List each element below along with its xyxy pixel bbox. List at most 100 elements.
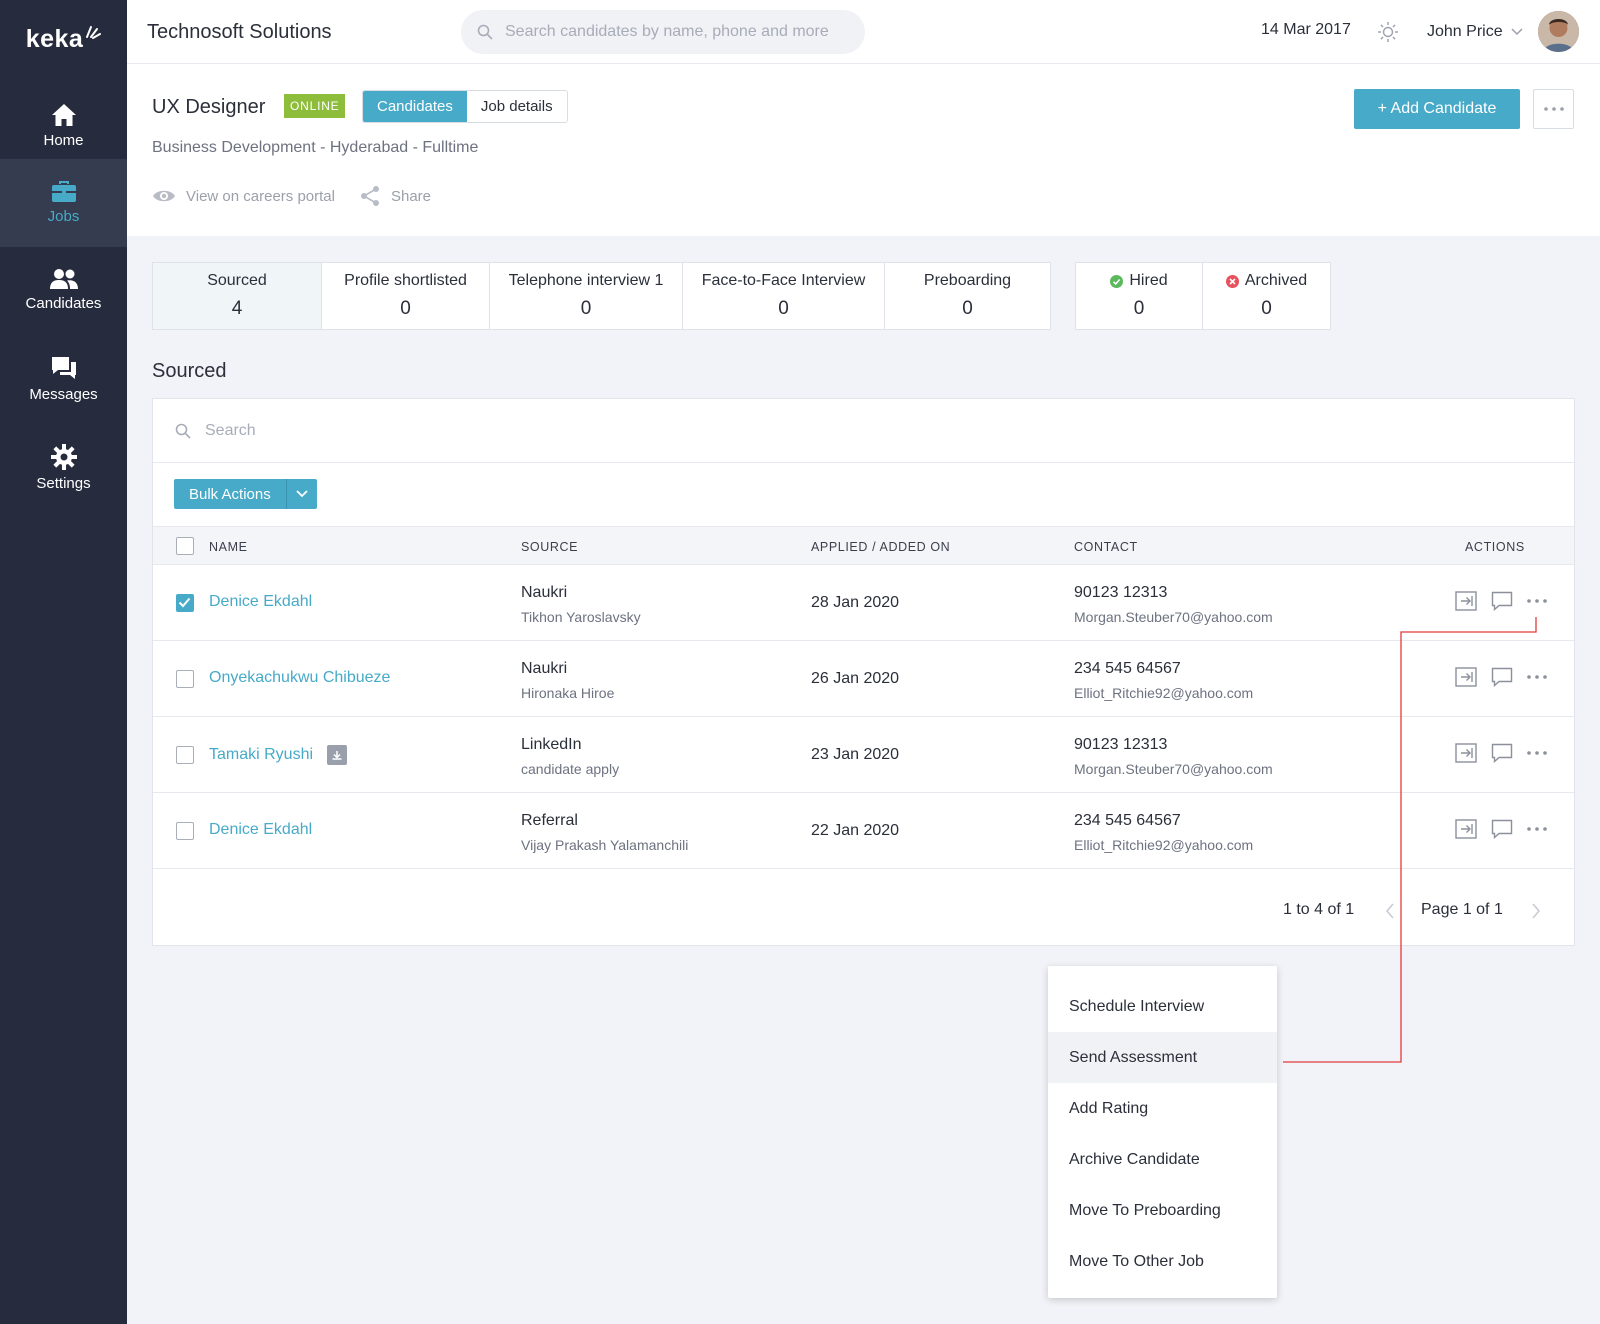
column-header-source: SOURCE xyxy=(521,540,579,554)
stage-label: Sourced xyxy=(207,272,267,289)
chevron-down-icon[interactable] xyxy=(1511,28,1523,36)
gear-icon xyxy=(50,444,77,470)
candidate-name-link[interactable]: Tamaki Ryushi xyxy=(209,745,348,765)
row-checkbox[interactable] xyxy=(176,594,194,612)
row-checkbox[interactable] xyxy=(176,822,194,840)
tab-candidates[interactable]: Candidates xyxy=(363,91,467,122)
view-careers-portal-label: View on careers portal xyxy=(186,187,335,205)
job-meta: Business Development - Hyderabad - Fullt… xyxy=(152,139,479,156)
menu-item-send-assessment[interactable]: Send Assessment xyxy=(1048,1032,1277,1083)
home-icon xyxy=(51,104,76,126)
sidebar-item-home[interactable]: Home xyxy=(0,82,127,170)
source: LinkedIn xyxy=(521,736,582,753)
menu-item-add-rating[interactable]: Add Rating xyxy=(1048,1083,1277,1134)
stage-face-to-face-interview[interactable]: Face-to-Face Interview 0 xyxy=(683,263,885,329)
job-header: UX Designer ONLINE Candidates Job detail… xyxy=(127,64,1600,236)
more-options-button[interactable] xyxy=(1533,89,1574,129)
stage-archived[interactable]: Archived 0 xyxy=(1203,263,1330,329)
chevron-left-icon[interactable] xyxy=(1385,903,1395,919)
candidate-name: Onyekachukwu Chibueze xyxy=(209,669,391,686)
move-icon[interactable] xyxy=(1455,591,1477,611)
stage-label: Profile shortlisted xyxy=(344,272,467,289)
menu-item-archive-candidate[interactable]: Archive Candidate xyxy=(1048,1134,1277,1185)
sidebar-item-messages[interactable]: Messages xyxy=(0,335,127,423)
stage-label: Archived xyxy=(1225,272,1307,290)
x-circle-icon xyxy=(1225,274,1239,288)
sidebar-item-jobs[interactable]: Jobs xyxy=(0,159,127,247)
table-row[interactable]: Tamaki Ryushi LinkedIn candidate apply 2… xyxy=(153,717,1574,793)
chevron-down-icon xyxy=(296,490,308,498)
comment-icon[interactable] xyxy=(1491,667,1513,687)
stage-preboarding[interactable]: Preboarding 0 xyxy=(885,263,1050,329)
move-icon[interactable] xyxy=(1455,743,1477,763)
candidate-name-link[interactable]: Denice Ekdahl xyxy=(209,821,312,839)
row-actions xyxy=(1455,743,1561,763)
table-row[interactable]: Denice Ekdahl Naukri Tikhon Yaroslavsky … xyxy=(153,565,1574,641)
phone: 234 545 64567 xyxy=(1074,660,1181,677)
stage-label-text: Hired xyxy=(1129,272,1168,289)
more-horizontal-icon[interactable] xyxy=(1527,599,1547,603)
table-row[interactable]: Denice Ekdahl Referral Vijay Prakash Yal… xyxy=(153,793,1574,869)
chevron-right-icon[interactable] xyxy=(1531,903,1541,919)
menu-item-schedule-interview[interactable]: Schedule Interview xyxy=(1048,981,1277,1032)
candidate-name-link[interactable]: Onyekachukwu Chibueze xyxy=(209,669,390,687)
comment-icon[interactable] xyxy=(1491,743,1513,763)
candidate-search-input[interactable] xyxy=(205,421,705,440)
sidebar-item-label: Candidates xyxy=(25,295,102,312)
table-row[interactable]: Onyekachukwu Chibueze Naukri Hironaka Hi… xyxy=(153,641,1574,717)
candidate-name: Denice Ekdahl xyxy=(209,593,313,610)
bulk-actions-toggle[interactable] xyxy=(286,479,317,509)
search-icon xyxy=(175,423,191,439)
stage-hired[interactable]: Hired 0 xyxy=(1076,263,1203,329)
more-horizontal-icon[interactable] xyxy=(1527,827,1547,831)
view-careers-portal-link[interactable]: View on careers portal xyxy=(152,188,335,205)
row-actions xyxy=(1455,819,1561,839)
check-circle-icon xyxy=(1110,274,1124,288)
global-search[interactable] xyxy=(461,10,865,54)
bulk-actions-button[interactable]: Bulk Actions xyxy=(174,479,287,509)
email: Morgan.Steuber70@yahoo.com xyxy=(1074,761,1273,777)
candidate-name-link[interactable]: Denice Ekdahl xyxy=(209,593,312,611)
more-horizontal-icon[interactable] xyxy=(1527,751,1547,755)
logo-text: keka xyxy=(25,24,84,53)
menu-item-move-to-preboarding[interactable]: Move To Preboarding xyxy=(1048,1185,1277,1236)
sun-icon[interactable] xyxy=(1377,21,1399,43)
row-actions xyxy=(1455,591,1561,611)
stage-count: 0 xyxy=(1133,298,1145,319)
applied-date: 23 Jan 2020 xyxy=(811,746,900,763)
stage-telephone-interview[interactable]: Telephone interview 1 0 xyxy=(490,263,683,329)
email: Elliot_Ritchie92@yahoo.com xyxy=(1074,685,1254,701)
share-link[interactable]: Share xyxy=(359,185,431,207)
share-label: Share xyxy=(390,187,431,205)
stage-sourced[interactable]: Sourced 4 xyxy=(153,263,322,329)
avatar[interactable] xyxy=(1538,11,1579,52)
archive-box-icon xyxy=(327,745,348,765)
candidates-panel: Bulk Actions NAME SOURCE APPLIED / ADDED… xyxy=(152,398,1575,946)
logo-burst-icon xyxy=(86,26,102,39)
candidate-search[interactable] xyxy=(153,399,1574,463)
menu-item-move-to-other-job[interactable]: Move To Other Job xyxy=(1048,1236,1277,1287)
global-search-input[interactable] xyxy=(505,23,845,41)
row-checkbox[interactable] xyxy=(176,670,194,688)
user-name[interactable]: John Price xyxy=(1427,23,1503,41)
sidebar-item-settings[interactable]: Settings xyxy=(0,424,127,512)
comment-icon[interactable] xyxy=(1491,819,1513,839)
top-bar: Technosoft Solutions 14 Mar 2017 John Pr… xyxy=(127,0,1600,64)
eye-icon xyxy=(153,190,175,202)
page-indicator: Page 1 of 1 xyxy=(1421,901,1503,918)
status-badge: ONLINE xyxy=(284,94,346,118)
keka-logo[interactable]: keka xyxy=(0,14,127,64)
row-checkbox[interactable] xyxy=(176,746,194,764)
move-icon[interactable] xyxy=(1455,667,1477,687)
stage-count: 4 xyxy=(231,298,243,319)
move-icon[interactable] xyxy=(1455,819,1477,839)
comment-icon[interactable] xyxy=(1491,591,1513,611)
column-header-actions: ACTIONS xyxy=(1465,540,1525,554)
stage-profile-shortlisted[interactable]: Profile shortlisted 0 xyxy=(322,263,490,329)
tab-job-details[interactable]: Job details xyxy=(466,91,567,122)
sidebar-item-candidates[interactable]: Candidates xyxy=(0,246,127,334)
add-candidate-button[interactable]: + Add Candidate xyxy=(1354,89,1520,129)
source: Naukri xyxy=(521,660,568,677)
select-all-checkbox[interactable] xyxy=(176,537,194,555)
more-horizontal-icon[interactable] xyxy=(1527,675,1547,679)
